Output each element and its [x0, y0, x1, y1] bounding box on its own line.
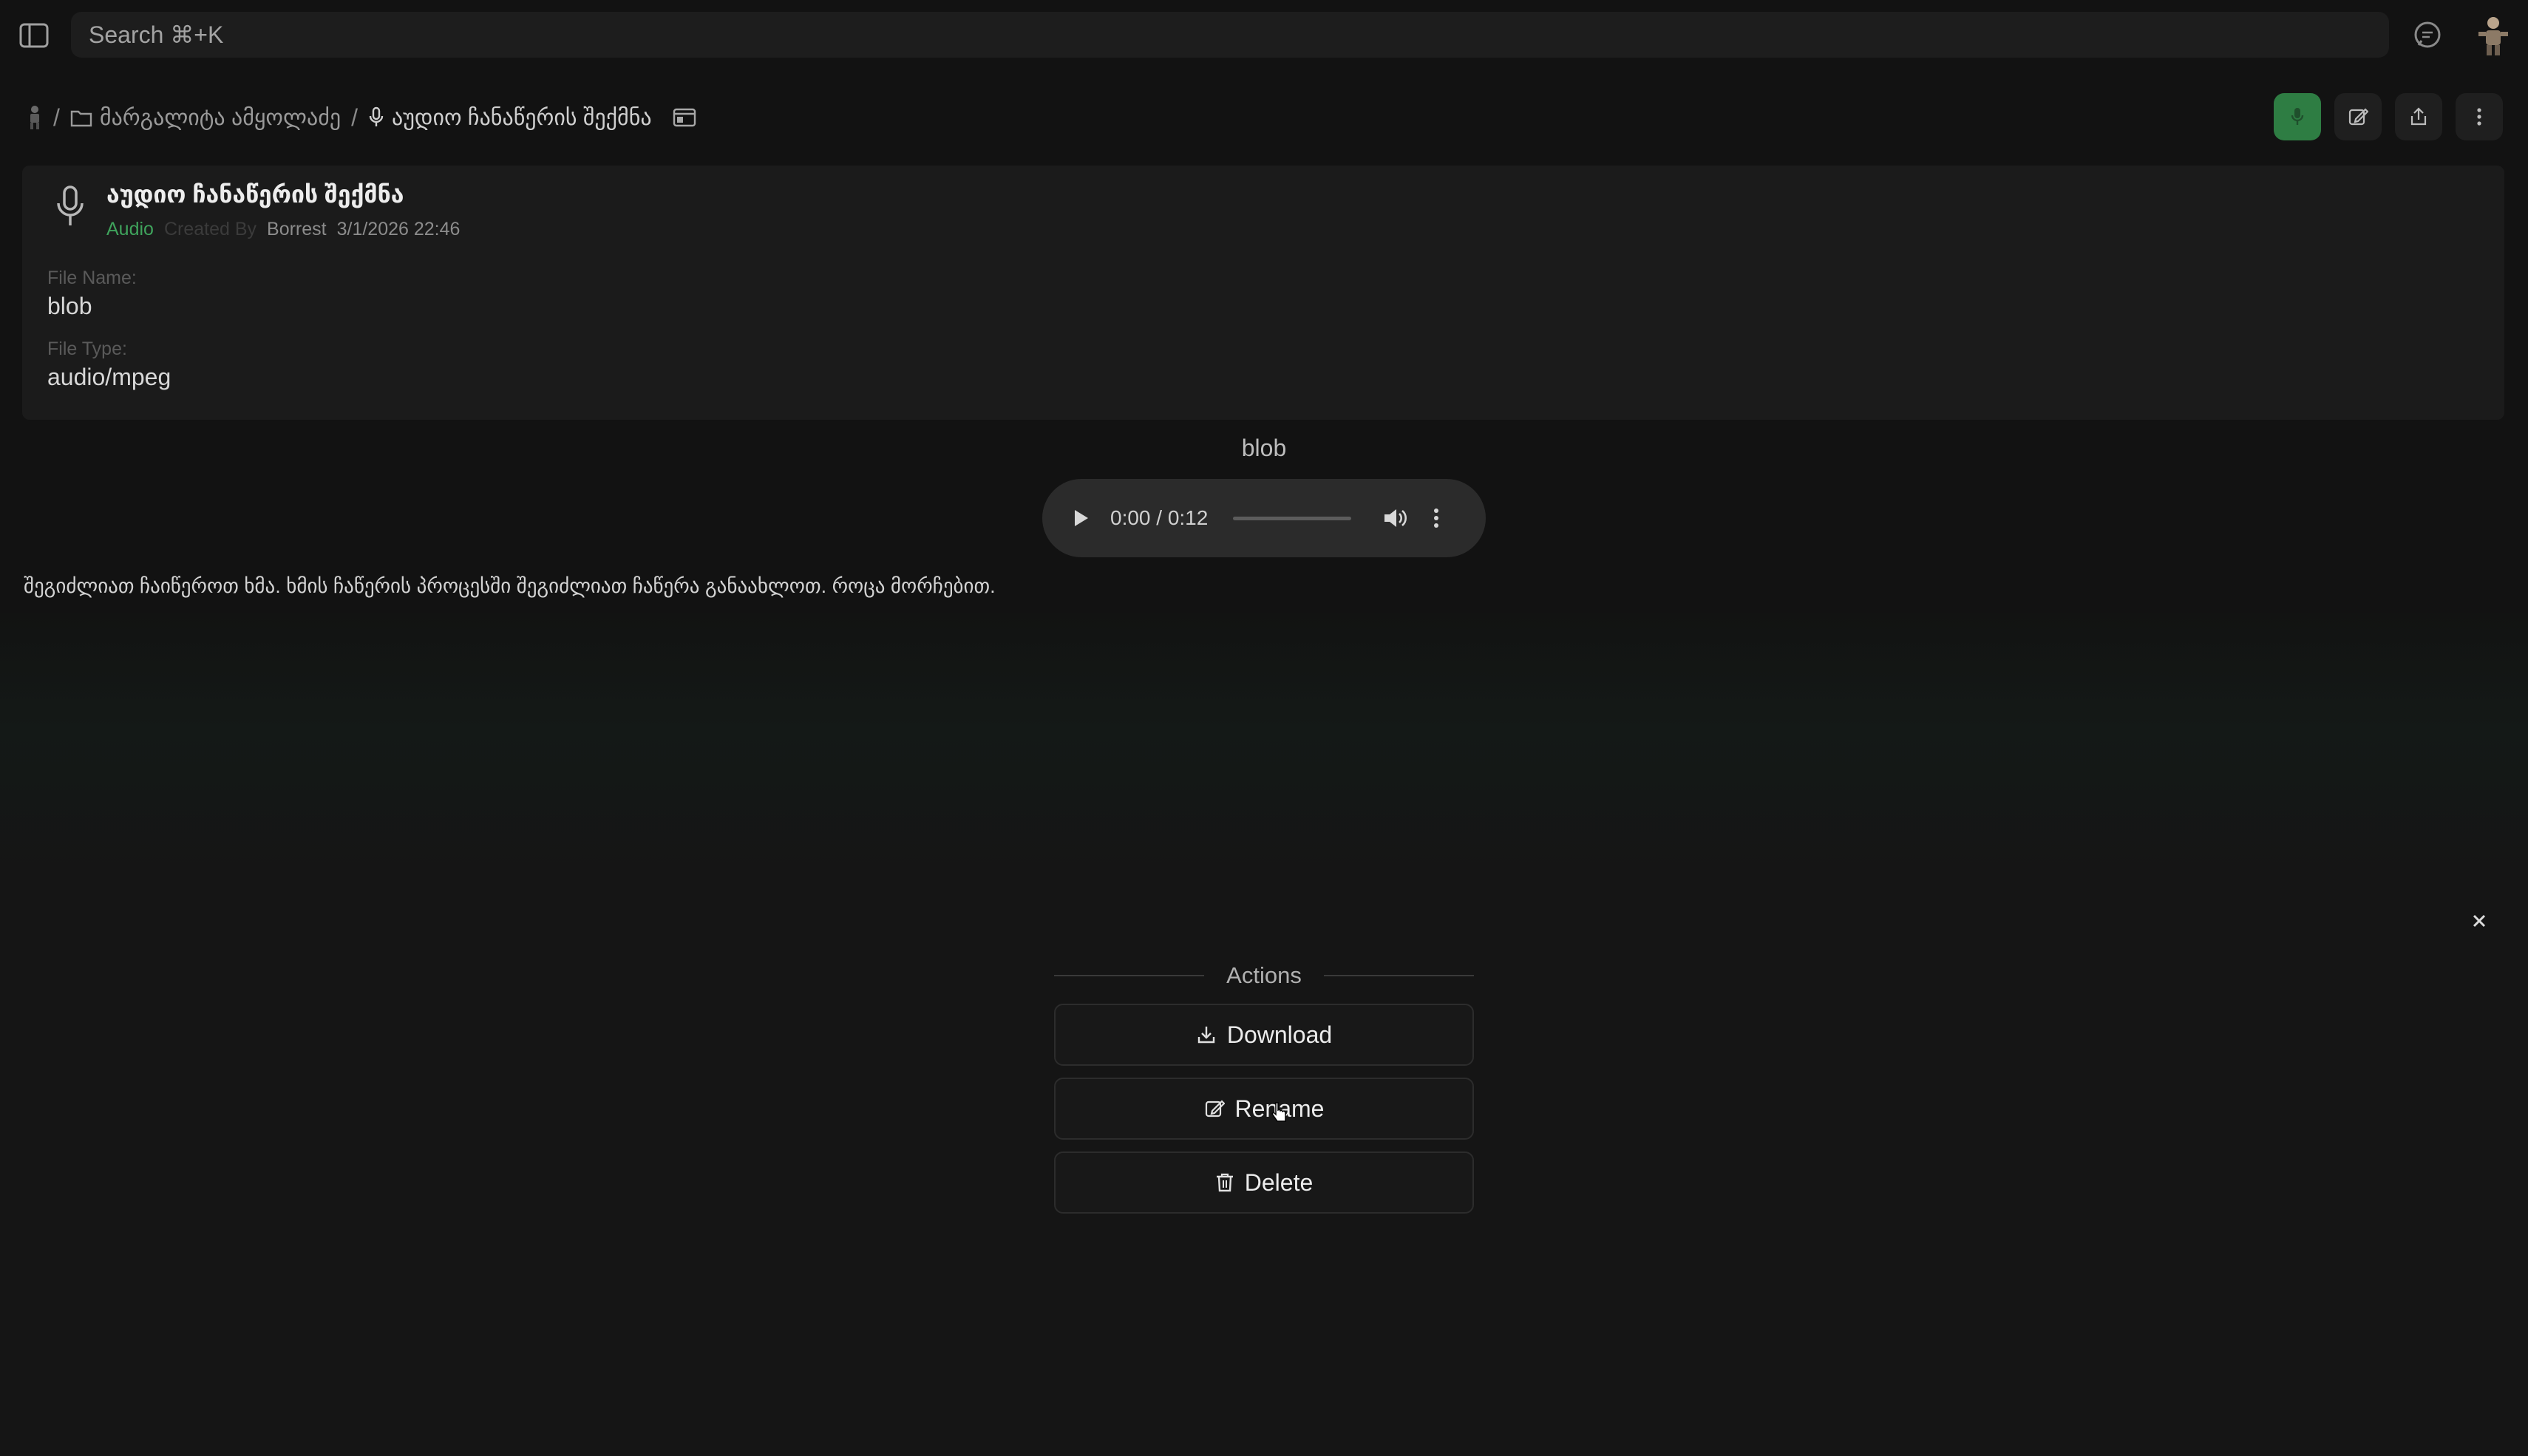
sidebar-toggle-icon[interactable]: [18, 21, 50, 50]
divider: [1323, 975, 1475, 976]
search-input[interactable]: Search ⌘+K: [71, 12, 2389, 58]
more-vertical-icon[interactable]: [1433, 507, 1440, 529]
file-name-label: File Name:: [47, 268, 137, 288]
home-avatar-icon: [30, 106, 39, 129]
volume-icon[interactable]: [1382, 507, 1407, 529]
divider: [1054, 975, 1205, 976]
microphone-icon: [2291, 108, 2304, 125]
current-crumb-label: აუდიო ჩანაწერის შექმნა: [392, 105, 652, 130]
delete-label: Delete: [1244, 1168, 1314, 1196]
more-options-button[interactable]: [2456, 93, 2503, 140]
current-crumb: აუდიო ჩანაწერის შექმნა: [368, 105, 652, 131]
play-icon[interactable]: [1072, 508, 1090, 528]
actions-title: Actions: [1226, 962, 1302, 988]
file-meta: Audio Created By Borrest 3/1/2026 22:46: [106, 219, 460, 240]
microphone-icon: [55, 185, 86, 229]
folder-crumb-label: მარგალიტა ამყოლაძე: [99, 105, 342, 130]
mouse-cursor-icon: [1270, 1100, 1289, 1125]
author-name: Borrest: [267, 219, 327, 239]
edit-icon: [1205, 1100, 1225, 1117]
home-crumb[interactable]: [27, 105, 43, 130]
folder-icon: [70, 110, 92, 127]
folder-crumb[interactable]: მარგალიტა ამყოლაძე: [70, 105, 341, 131]
breadcrumb: / მარგალიტა ამყოლაძე / აუდიო ჩანაწერის შ…: [27, 99, 696, 136]
chat-icon[interactable]: [2411, 19, 2444, 52]
description-text: შეგიძლიათ ჩაიწეროთ ხმა. ხმის ჩაწერის პრო…: [24, 575, 996, 597]
rename-button[interactable]: Rename: [1054, 1078, 1474, 1140]
audio-player: 0:00 / 0:12: [1042, 479, 1486, 557]
record-button[interactable]: [2274, 93, 2321, 140]
audio-seek-bar[interactable]: [1233, 516, 1352, 520]
search-placeholder: Search ⌘+K: [89, 21, 224, 48]
audio-caption: blob: [1241, 435, 1287, 461]
file-name-value: blob: [47, 293, 92, 319]
delete-button[interactable]: Delete: [1054, 1151, 1474, 1214]
open-in-window-icon[interactable]: [673, 108, 696, 127]
close-button[interactable]: [2459, 900, 2500, 942]
file-title: აუდიო ჩანაწერის შექმნა: [106, 181, 404, 208]
trash-icon: [1216, 1173, 1233, 1192]
share-icon: [2410, 107, 2427, 126]
created-date: 3/1/2026 22:46: [336, 219, 461, 239]
file-kind: Audio: [106, 219, 154, 239]
file-type-label: File Type:: [47, 339, 127, 359]
breadcrumb-separator: /: [53, 103, 60, 131]
edit-icon: [2348, 108, 2368, 126]
audio-time: 0:00 / 0:12: [1110, 506, 1209, 529]
file-type-value: audio/mpeg: [47, 364, 171, 390]
download-label: Download: [1226, 1021, 1333, 1048]
more-vertical-icon: [2477, 108, 2481, 126]
created-by-label: Created By: [163, 219, 257, 239]
edit-button[interactable]: [2334, 93, 2382, 140]
share-button[interactable]: [2395, 93, 2442, 140]
actions-heading: Actions: [1054, 959, 1475, 992]
breadcrumb-separator: /: [351, 103, 358, 131]
user-avatar[interactable]: [2475, 15, 2512, 58]
close-icon: [2473, 914, 2486, 928]
download-button[interactable]: Download: [1054, 1004, 1474, 1066]
backdrop-gradient: [0, 613, 2528, 872]
download-icon: [1197, 1027, 1215, 1044]
microphone-icon: [369, 106, 384, 126]
